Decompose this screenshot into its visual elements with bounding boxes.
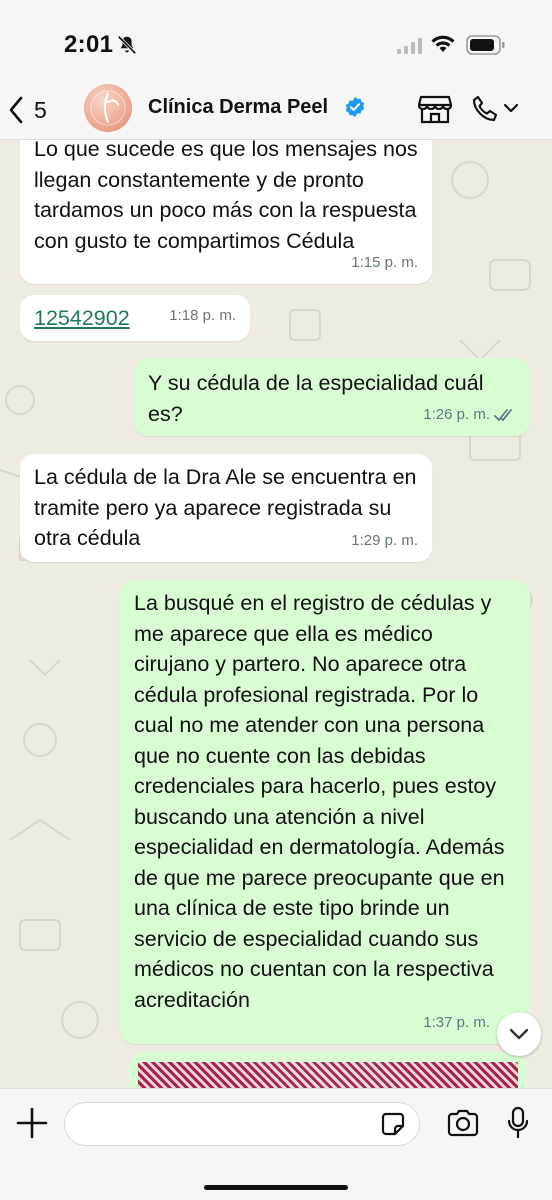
scroll-to-bottom-button[interactable]	[497, 1012, 541, 1056]
battery-icon	[466, 35, 505, 55]
phone-icon[interactable]	[470, 94, 500, 124]
message-text: Lo que sucede es que los mensajes nos ll…	[34, 140, 418, 253]
back-button[interactable]: 5	[8, 90, 68, 130]
message-time: 1:15 p. m.	[351, 253, 418, 271]
image-message-preview[interactable]	[130, 1052, 526, 1092]
unread-count: 5	[34, 96, 47, 123]
chevron-down-icon[interactable]	[503, 102, 519, 114]
message-input-bar	[0, 1088, 552, 1200]
message-meta: 1:29 p. m.	[351, 526, 418, 557]
chevron-left-icon	[9, 96, 23, 124]
message-input[interactable]	[64, 1102, 420, 1146]
storefront-icon[interactable]	[418, 94, 452, 124]
message-bubble-outgoing[interactable]: Y su cédula de la especialidad cuál es? …	[134, 358, 530, 436]
message-meta: 1:26 p. m.	[423, 400, 516, 431]
message-time: 1:26 p. m.	[423, 405, 490, 423]
message-time: 1:18 p. m.	[169, 306, 236, 324]
message-bubble-incoming[interactable]: La cédula de la Dra Ale se encuentra en …	[20, 454, 432, 562]
avatar[interactable]	[84, 84, 132, 132]
contact-name[interactable]: Clínica Derma Peel	[148, 96, 328, 119]
wifi-icon	[431, 35, 455, 52]
message-meta: 1:37 p. m.	[423, 1008, 490, 1039]
cellular-signal-icon	[397, 38, 422, 54]
message-meta: 1:18 p. m.	[169, 301, 236, 332]
microphone-icon[interactable]	[506, 1106, 530, 1140]
message-bubble-outgoing[interactable]: La busqué en el registro de cédulas y me…	[120, 580, 530, 1044]
message-text: La busqué en el registro de cédulas y me…	[134, 591, 505, 1012]
chat-header: 5 Clínica Derma Peel	[0, 80, 552, 140]
status-bar: 2:01	[0, 0, 552, 90]
clinic-logo-icon	[90, 90, 126, 126]
plus-icon[interactable]	[14, 1105, 50, 1141]
message-time: 1:29 p. m.	[351, 531, 418, 549]
bell-slash-icon	[117, 35, 137, 55]
sticker-icon[interactable]	[380, 1111, 406, 1137]
chevron-down-icon	[509, 1028, 529, 1040]
message-bubble-incoming[interactable]: Lo que sucede es que los mensajes nos ll…	[20, 140, 432, 284]
double-check-icon	[494, 408, 512, 421]
message-bubble-incoming[interactable]: 12542902 1:18 p. m.	[20, 295, 250, 341]
message-time: 1:37 p. m.	[423, 1013, 490, 1031]
cedula-number-link[interactable]: 12542902	[34, 306, 130, 330]
status-time: 2:01	[64, 31, 114, 58]
chat-area[interactable]: Lo que sucede es que los mensajes nos ll…	[0, 140, 552, 1088]
verified-badge-icon	[345, 96, 365, 118]
home-indicator	[204, 1185, 348, 1190]
camera-icon[interactable]	[446, 1108, 480, 1138]
message-meta: 1:15 p. m.	[351, 248, 418, 279]
